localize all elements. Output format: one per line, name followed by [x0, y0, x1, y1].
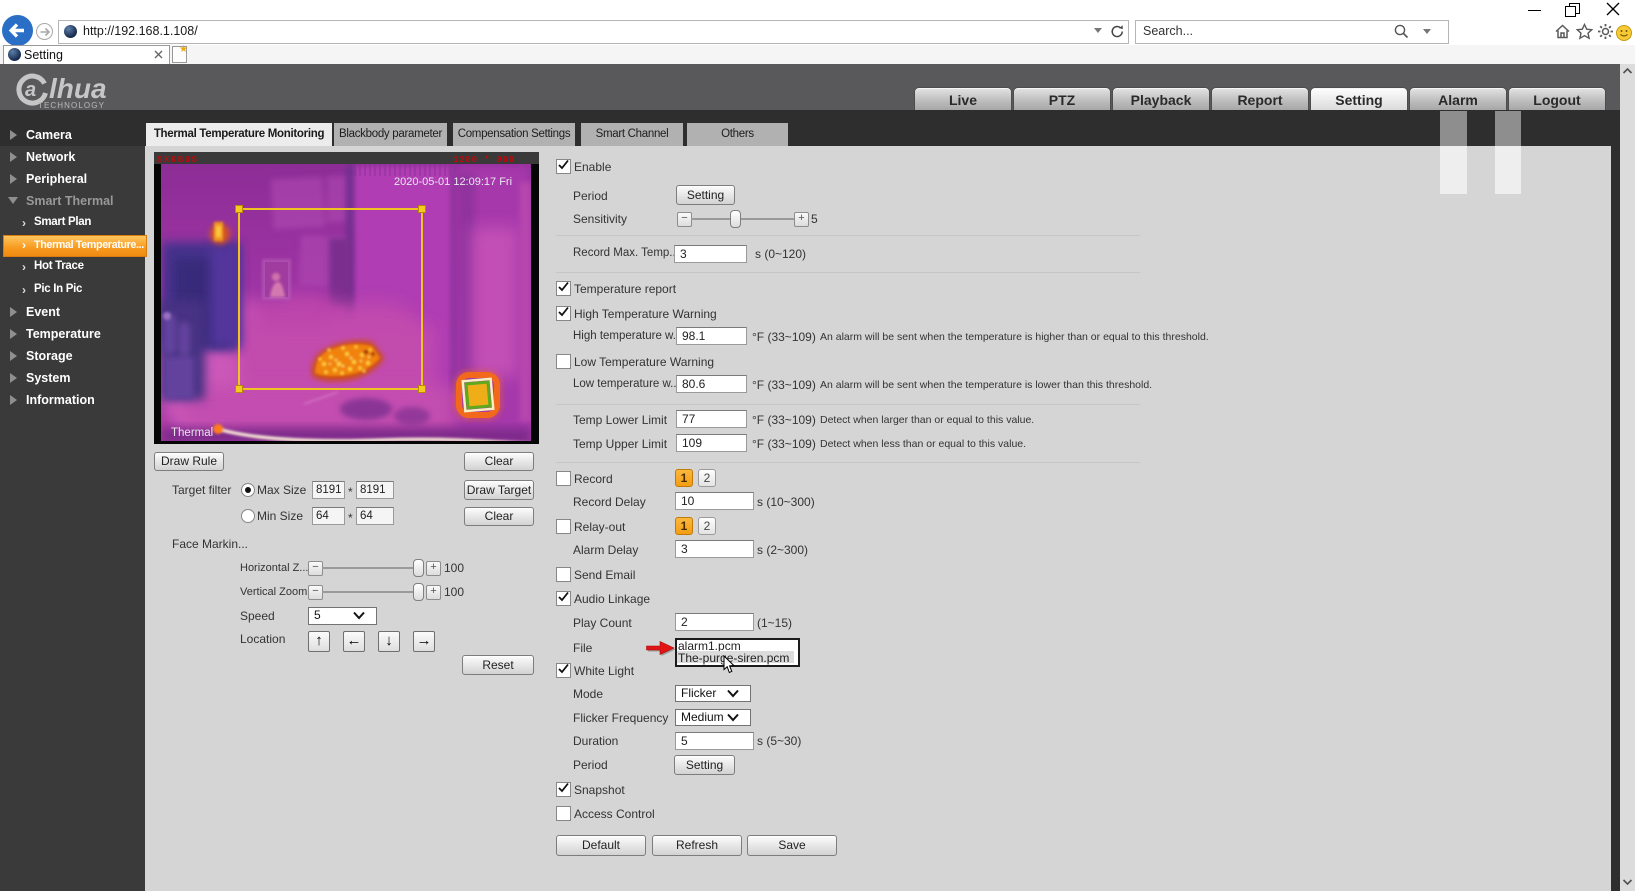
svg-text:SXKBUS: SXKBUS: [157, 155, 198, 165]
svg-text:a: a: [25, 79, 36, 101]
svg-text:1280 * 960: 1280 * 960: [453, 155, 515, 165]
svg-text:lhua: lhua: [49, 73, 107, 104]
svg-text:2020-05-01 12:09:17 Fri: 2020-05-01 12:09:17 Fri: [394, 176, 512, 188]
svg-text:Thermal: Thermal: [171, 427, 213, 439]
svg-text:TECHNOLOGY: TECHNOLOGY: [38, 101, 105, 110]
